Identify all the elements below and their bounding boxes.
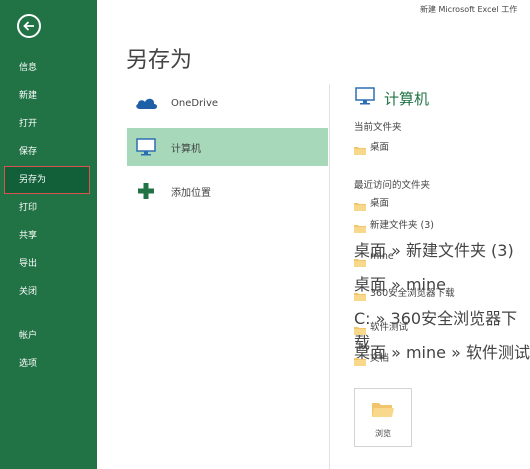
nav-item-info[interactable]: 信息 (0, 54, 97, 82)
folder-name: 软件测试 (370, 322, 409, 333)
open-folder-icon (372, 401, 394, 421)
location-add-place[interactable]: 添加位置 (127, 172, 328, 210)
recent-folder-item[interactable]: 文档 (354, 350, 389, 370)
nav-item-print[interactable]: 打印 (0, 194, 97, 222)
location-label: 添加位置 (171, 187, 211, 199)
folder-icon (354, 140, 366, 159)
nav-item-save[interactable]: 保存 (0, 138, 97, 166)
location-computer[interactable]: 计算机 (127, 128, 328, 166)
recent-folders-heading: 最近访问的文件夹 (354, 180, 431, 191)
page-title: 另存为 (126, 48, 193, 73)
folder-icon (354, 196, 366, 215)
cloud-icon (131, 96, 161, 110)
browse-label: 浏览 (375, 429, 391, 438)
folder-name: mine (370, 251, 394, 262)
folder-name: 桌面 (370, 142, 390, 153)
folder-name: 桌面 (370, 198, 390, 209)
plus-icon (131, 182, 161, 200)
pane-title-text: 计算机 (384, 89, 430, 108)
folder-icon (354, 252, 366, 271)
pane-title: 计算机 (354, 86, 429, 110)
window-title: 新建 Microsoft Excel 工作 (420, 5, 518, 14)
folder-icon (354, 218, 366, 237)
backstage-nav: 信息 新建 打开 保存 另存为 打印 共享 导出 关闭 帐户 选项 (0, 54, 97, 378)
nav-item-export[interactable]: 导出 (0, 250, 97, 278)
nav-item-options[interactable]: 选项 (0, 350, 97, 378)
nav-item-save-as[interactable]: 另存为 (4, 166, 90, 194)
folder-name: 360安全浏览器下载 (370, 288, 455, 299)
nav-item-account[interactable]: 帐户 (0, 322, 97, 350)
backstage-sidebar: 信息 新建 打开 保存 另存为 打印 共享 导出 关闭 帐户 选项 (0, 0, 97, 469)
location-label: 计算机 (171, 143, 201, 155)
folder-icon (354, 320, 366, 339)
current-folder-heading: 当前文件夹 (354, 122, 402, 133)
nav-item-open[interactable]: 打开 (0, 110, 97, 138)
location-onedrive[interactable]: OneDrive (127, 84, 328, 122)
browse-button[interactable]: 浏览 (354, 388, 412, 447)
nav-separator (0, 306, 97, 322)
folder-icon (354, 351, 366, 370)
nav-item-close[interactable]: 关闭 (0, 278, 97, 306)
computer-icon (131, 137, 161, 157)
recent-folder-item[interactable]: 桌面 (354, 195, 389, 215)
folder-icon (354, 286, 366, 305)
current-folder-item[interactable]: 桌面 (354, 139, 389, 159)
nav-item-share[interactable]: 共享 (0, 222, 97, 250)
computer-icon (354, 86, 376, 110)
nav-item-new[interactable]: 新建 (0, 82, 97, 110)
folder-name: 新建文件夹 (3) (370, 220, 434, 231)
pane-divider (329, 84, 330, 469)
back-arrow-icon[interactable] (17, 14, 41, 38)
location-label: OneDrive (171, 97, 219, 109)
folder-name: 文档 (370, 353, 390, 364)
